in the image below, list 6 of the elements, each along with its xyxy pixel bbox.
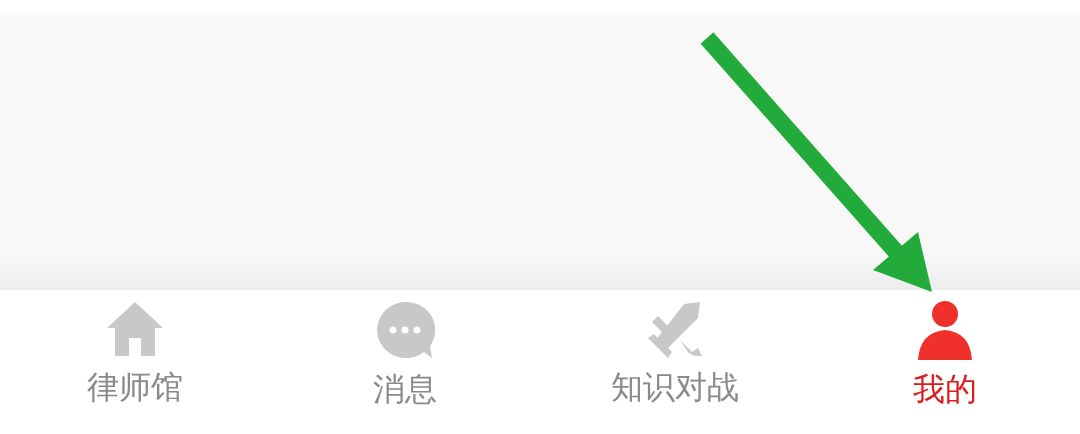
tab[interactable]: 律师馆 bbox=[0, 290, 270, 434]
house-icon bbox=[105, 300, 165, 358]
tab[interactable]: 消息 bbox=[270, 290, 540, 434]
tab[interactable]: 我的 bbox=[810, 290, 1080, 434]
tab[interactable]: 知识对战 bbox=[540, 290, 810, 434]
chat-bubble-icon bbox=[374, 300, 436, 360]
